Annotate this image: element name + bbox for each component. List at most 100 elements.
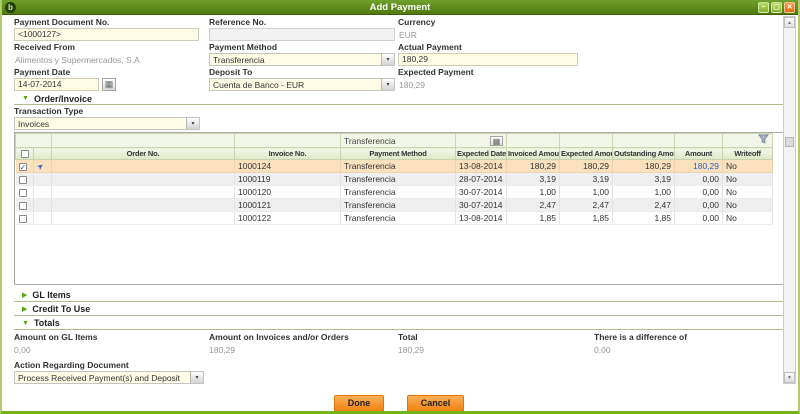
- checkbox-icon[interactable]: [21, 150, 29, 158]
- filter-cell-expected-amount[interactable]: [560, 134, 613, 148]
- calendar-icon[interactable]: ▦: [102, 78, 116, 91]
- scroll-down-icon[interactable]: ▼: [784, 372, 795, 383]
- section-order-invoice[interactable]: ▼ Order/Invoice: [14, 93, 784, 105]
- cell-outstanding-amount[interactable]: 1,85: [613, 212, 675, 225]
- header-payment-method[interactable]: Payment Method: [341, 148, 456, 160]
- filter-cell-select[interactable]: [16, 134, 52, 148]
- cell-invoice-no[interactable]: 1000121: [235, 199, 341, 212]
- row-select-cell[interactable]: ✓: [16, 160, 34, 173]
- done-button[interactable]: Done: [334, 395, 385, 412]
- cell-expected-amount[interactable]: 3,19: [560, 173, 613, 186]
- cell-expected-amount[interactable]: 1,00: [560, 186, 613, 199]
- cell-invoiced-amount[interactable]: 2,47: [507, 199, 560, 212]
- filter-cell-writeoff[interactable]: [723, 134, 773, 148]
- cell-outstanding-amount[interactable]: 3,19: [613, 173, 675, 186]
- cell-amount[interactable]: 0,00: [675, 199, 723, 212]
- row-edit-cell[interactable]: [34, 186, 52, 199]
- chevron-down-icon[interactable]: ▾: [186, 118, 199, 129]
- cell-expected-amount[interactable]: 1,85: [560, 212, 613, 225]
- row-edit-cell[interactable]: ➤: [34, 160, 52, 173]
- cell-outstanding-amount[interactable]: 180,29: [613, 160, 675, 173]
- cell-order-no[interactable]: [52, 160, 235, 173]
- close-button[interactable]: ✕: [784, 2, 795, 13]
- cell-writeoff[interactable]: No: [723, 212, 773, 225]
- action-regarding-document-select[interactable]: Process Received Payment(s) and Deposit …: [14, 371, 204, 384]
- row-select-cell[interactable]: [16, 186, 34, 199]
- chevron-down-icon[interactable]: ▾: [190, 372, 203, 383]
- table-row[interactable]: ✓ ➤ 1000124 Transferencia 13-08-2014 180…: [16, 160, 773, 173]
- cell-invoiced-amount[interactable]: 3,19: [507, 173, 560, 186]
- chevron-down-icon[interactable]: ▾: [381, 54, 394, 65]
- row-edit-cell[interactable]: [34, 199, 52, 212]
- filter-cell-order-no[interactable]: [52, 134, 235, 148]
- cell-outstanding-amount[interactable]: 1,00: [613, 186, 675, 199]
- row-select-cell[interactable]: [16, 173, 34, 186]
- cell-order-no[interactable]: [52, 186, 235, 199]
- scroll-up-icon[interactable]: ▲: [784, 17, 795, 28]
- table-row[interactable]: 1000120 Transferencia 30-07-2014 1,00 1,…: [16, 186, 773, 199]
- cell-expected-amount[interactable]: 180,29: [560, 160, 613, 173]
- cell-order-no[interactable]: [52, 173, 235, 186]
- cell-writeoff[interactable]: No: [723, 160, 773, 173]
- table-row[interactable]: 1000119 Transferencia 28-07-2014 3,19 3,…: [16, 173, 773, 186]
- cell-payment-method[interactable]: Transferencia: [341, 212, 456, 225]
- cell-expected-amount[interactable]: 2,47: [560, 199, 613, 212]
- cell-expected-date[interactable]: 28-07-2014: [456, 173, 507, 186]
- actual-payment-input[interactable]: 180,29: [398, 53, 578, 66]
- payment-method-select[interactable]: Transferencia ▾: [209, 53, 395, 66]
- checkbox-icon[interactable]: [19, 202, 27, 210]
- vertical-scrollbar[interactable]: ▲ ▼: [783, 16, 796, 384]
- section-credit-to-use[interactable]: ▶ Credit To Use: [14, 303, 784, 316]
- row-select-cell[interactable]: [16, 199, 34, 212]
- filter-cell-amount[interactable]: [675, 134, 723, 148]
- checkbox-icon[interactable]: [19, 189, 27, 197]
- cell-amount[interactable]: 0,00: [675, 186, 723, 199]
- cell-writeoff[interactable]: No: [723, 173, 773, 186]
- cell-order-no[interactable]: [52, 199, 235, 212]
- scrollbar-thumb[interactable]: [785, 137, 794, 147]
- section-totals[interactable]: ▼ Totals: [14, 317, 784, 330]
- table-row[interactable]: 1000121 Transferencia 30-07-2014 2,47 2,…: [16, 199, 773, 212]
- header-outstanding-amount[interactable]: Outstanding Amount: [613, 148, 675, 160]
- row-edit-cell[interactable]: [34, 212, 52, 225]
- cell-outstanding-amount[interactable]: 2,47: [613, 199, 675, 212]
- checkbox-checked-icon[interactable]: ✓: [19, 163, 27, 171]
- cancel-button[interactable]: Cancel: [407, 395, 465, 412]
- checkbox-icon[interactable]: [19, 215, 27, 223]
- header-amount[interactable]: Amount: [675, 148, 723, 160]
- cell-invoiced-amount[interactable]: 180,29: [507, 160, 560, 173]
- cell-invoiced-amount[interactable]: 1,00: [507, 186, 560, 199]
- header-expected-amount[interactable]: Expected Amount: [560, 148, 613, 160]
- cell-invoice-no[interactable]: 1000124: [235, 160, 341, 173]
- maximize-button[interactable]: ▢: [771, 2, 782, 13]
- minimize-button[interactable]: −: [758, 2, 769, 13]
- header-order-no[interactable]: Order No.: [52, 148, 235, 160]
- header-expected-date[interactable]: Expected Date: [456, 148, 507, 160]
- filter-funnel-icon[interactable]: [758, 134, 769, 147]
- dialog-titlebar[interactable]: b Add Payment − ▢ ✕: [2, 0, 798, 15]
- transaction-type-select[interactable]: Invoices ▾: [14, 117, 200, 130]
- cell-expected-date[interactable]: 13-08-2014: [456, 160, 507, 173]
- calendar-icon[interactable]: ▦: [490, 136, 503, 146]
- header-writeoff[interactable]: Writeoff: [723, 148, 773, 160]
- payment-document-no-input[interactable]: <1000127>: [14, 28, 199, 41]
- deposit-to-select[interactable]: Cuenta de Banco - EUR ▾: [209, 78, 395, 91]
- header-invoice-no[interactable]: Invoice No.: [235, 148, 341, 160]
- cell-invoice-no[interactable]: 1000122: [235, 212, 341, 225]
- header-invoiced-amount[interactable]: Invoiced Amount: [507, 148, 560, 160]
- cell-invoice-no[interactable]: 1000119: [235, 173, 341, 186]
- cell-order-no[interactable]: [52, 212, 235, 225]
- cell-writeoff[interactable]: No: [723, 199, 773, 212]
- chevron-down-icon[interactable]: ▾: [381, 79, 394, 90]
- cell-expected-date[interactable]: 30-07-2014: [456, 199, 507, 212]
- cell-expected-date[interactable]: 30-07-2014: [456, 186, 507, 199]
- table-row[interactable]: 1000122 Transferencia 13-08-2014 1,85 1,…: [16, 212, 773, 225]
- cell-amount[interactable]: 180,29: [675, 160, 723, 173]
- cell-payment-method[interactable]: Transferencia: [341, 186, 456, 199]
- reference-no-input[interactable]: [209, 28, 395, 41]
- filter-cell-outstanding-amount[interactable]: [613, 134, 675, 148]
- cell-amount[interactable]: 0,00: [675, 212, 723, 225]
- cell-payment-method[interactable]: Transferencia: [341, 160, 456, 173]
- section-gl-items[interactable]: ▶ GL Items: [14, 289, 784, 302]
- row-select-cell[interactable]: [16, 212, 34, 225]
